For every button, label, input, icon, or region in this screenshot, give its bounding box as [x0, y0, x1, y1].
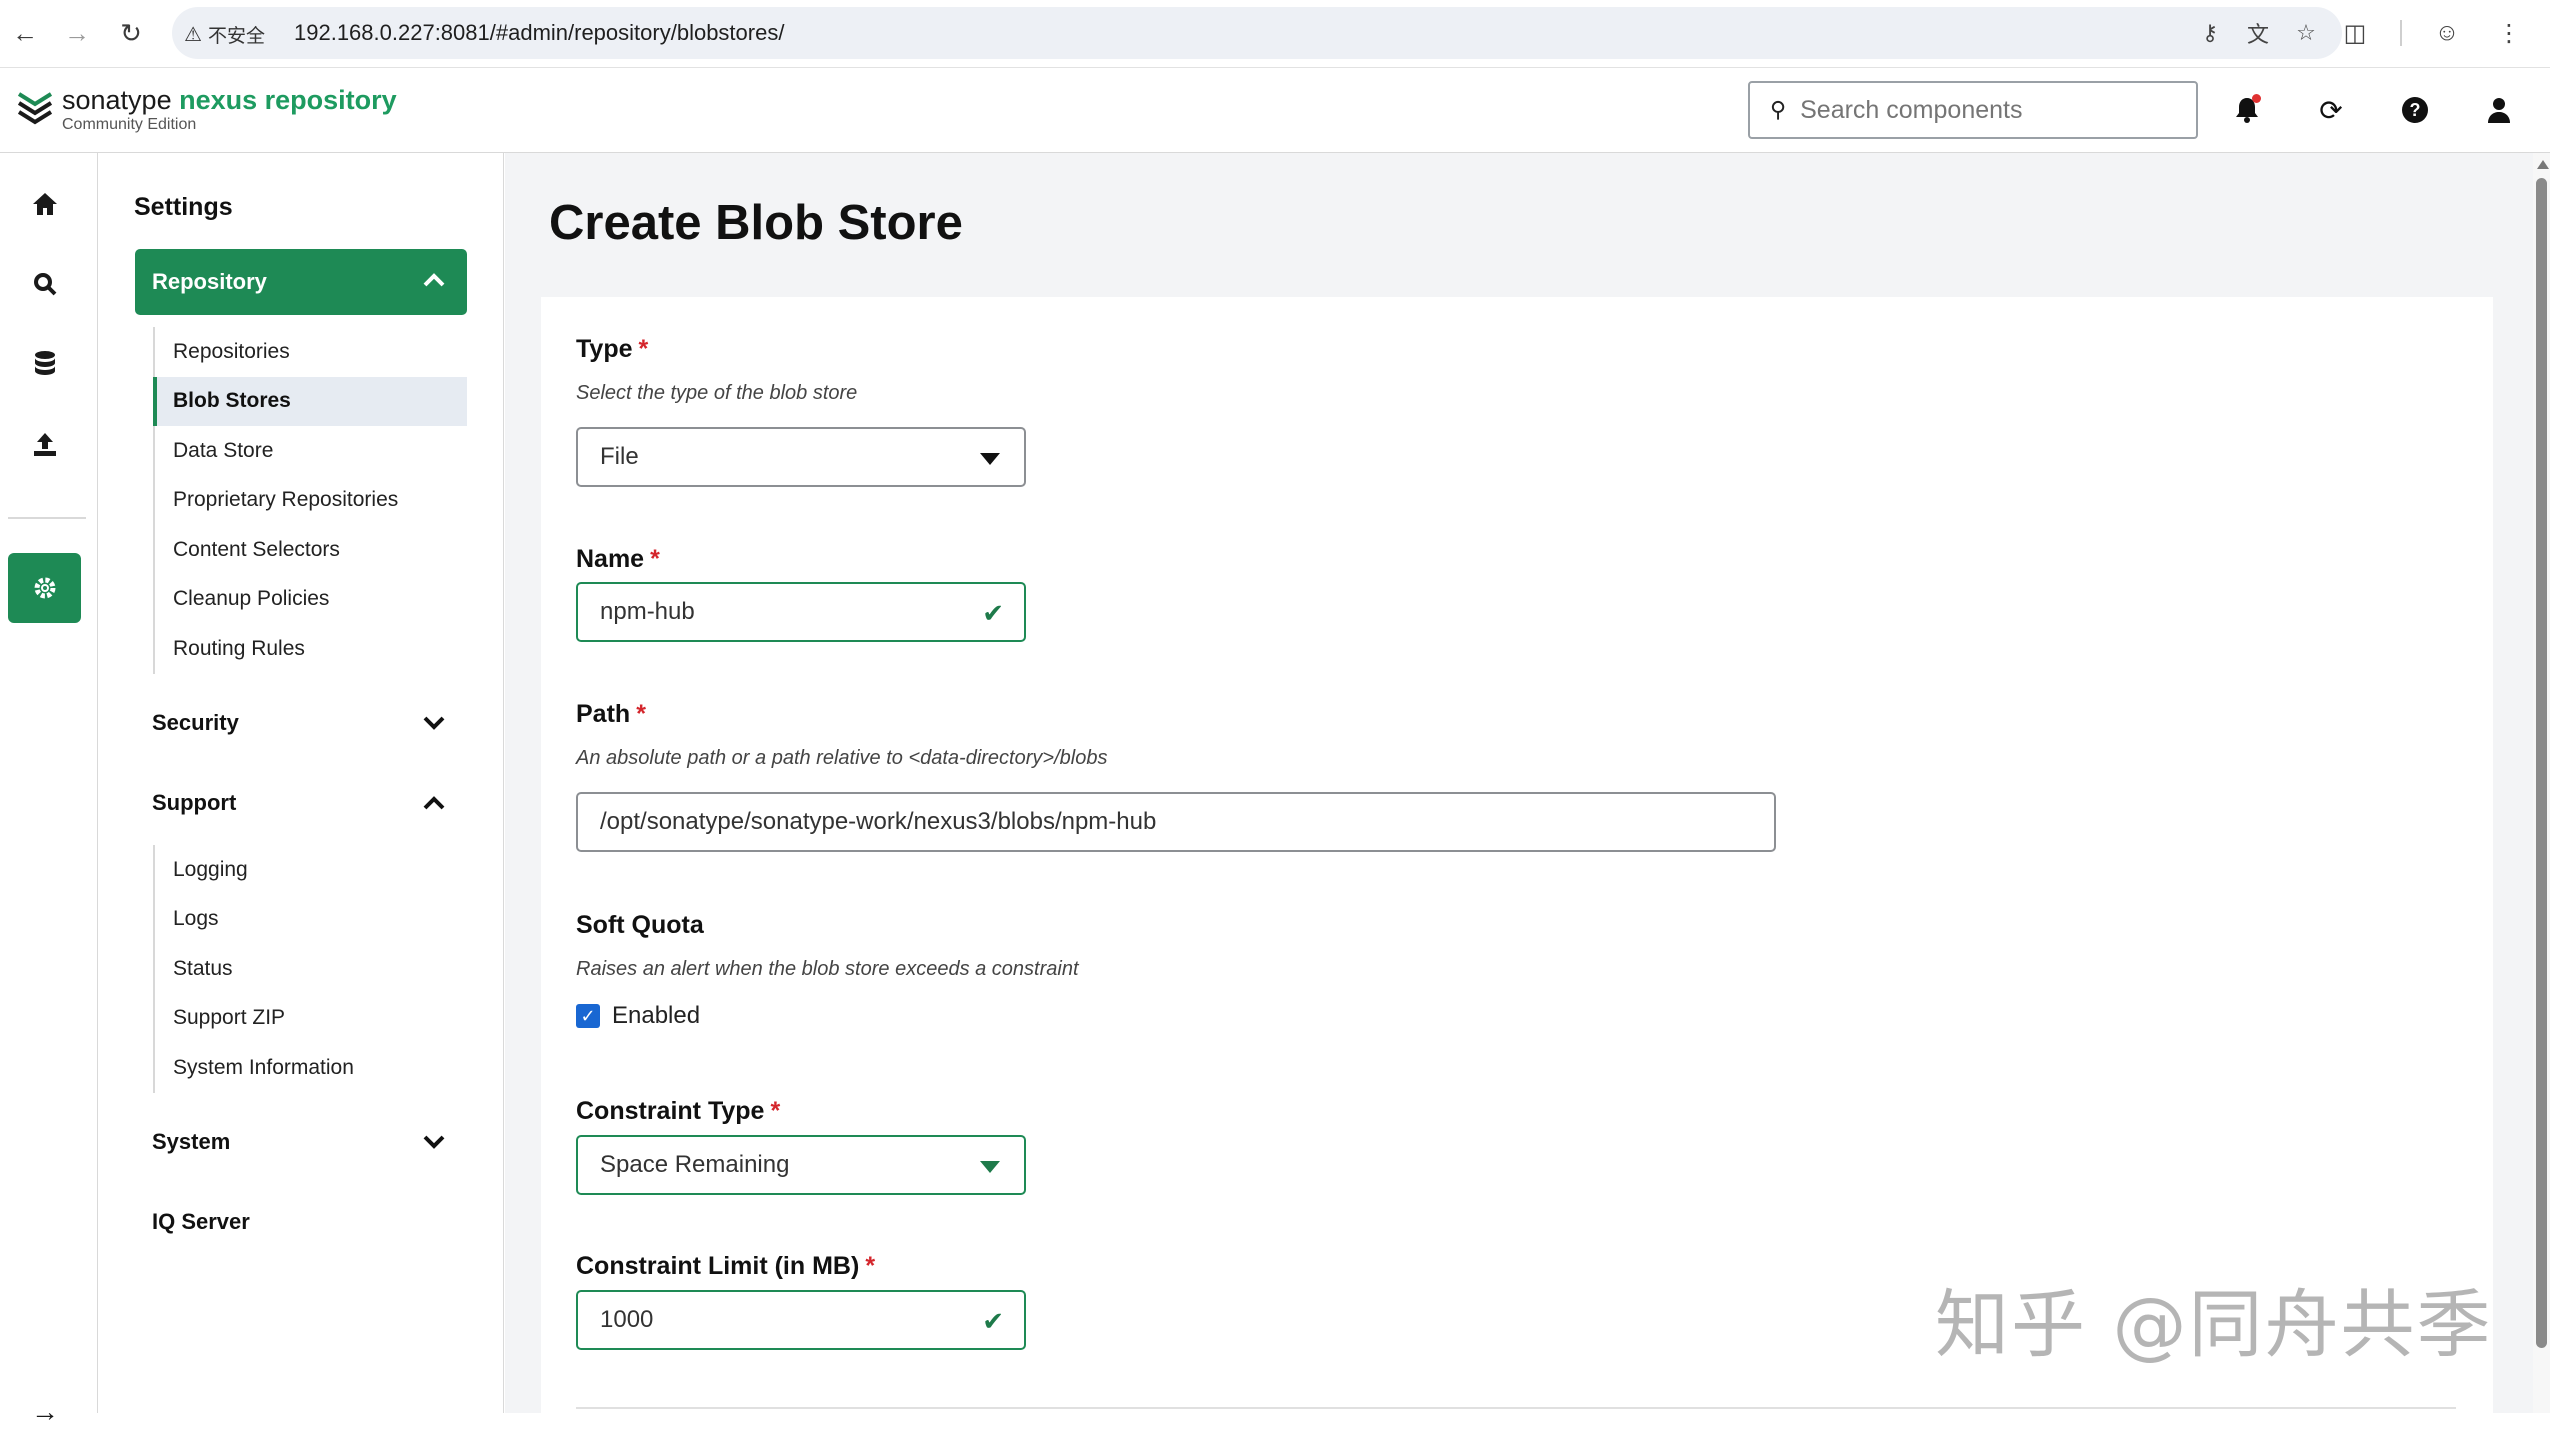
soft-quota-label: Soft Quota — [576, 911, 704, 939]
sidebar-item-support-zip[interactable]: Support ZIP — [155, 994, 467, 1044]
page-title: Create Blob Store — [549, 196, 963, 250]
logo[interactable]: sonatype nexus repository Community Edit… — [16, 86, 397, 134]
soft-quota-enabled-checkbox[interactable]: ✓ Enabled — [576, 1002, 700, 1030]
search-icon: ⚲ — [1770, 97, 1787, 122]
url-text[interactable]: 192.168.0.227:8081/#admin/repository/blo… — [294, 20, 784, 46]
sidebar-item-content-selectors[interactable]: Content Selectors — [155, 525, 467, 575]
name-input[interactable]: npm-hub ✔ — [576, 582, 1026, 642]
sidebar-item-system-information[interactable]: System Information — [155, 1043, 467, 1093]
refresh-icon[interactable]: ⟳ — [2314, 93, 2348, 127]
constraint-type-label: Constraint Type * — [576, 1097, 781, 1125]
support-submenu: Logging Logs Status Support ZIP System I… — [153, 845, 467, 1093]
sidebar-group-repository[interactable]: Repository — [135, 249, 467, 315]
browse-search-icon[interactable] — [22, 261, 68, 307]
soft-quota-description: Raises an alert when the blob store exce… — [576, 958, 1079, 980]
profile-icon[interactable]: ☺ — [2430, 16, 2464, 50]
bookmark-star-icon[interactable]: ☆ — [2292, 19, 2320, 47]
chevron-up-icon — [423, 790, 445, 816]
watermark: 知乎 @同舟共季 — [1935, 1282, 2493, 1368]
checkbox-checked-icon[interactable]: ✓ — [576, 1004, 600, 1028]
collapse-arrow-icon[interactable]: → — [22, 1389, 68, 1435]
forward-icon[interactable]: → — [60, 16, 94, 50]
sidebar-item-routing-rules[interactable]: Routing Rules — [155, 624, 467, 674]
type-select[interactable]: File — [576, 427, 1026, 487]
required-marker: * — [770, 1097, 781, 1125]
security-warning[interactable]: ⚠ 不安全 — [184, 21, 288, 47]
edition-label: Community Edition — [62, 116, 197, 133]
brand-name: sonatype nexus repository — [62, 85, 397, 115]
search-components-box[interactable]: ⚲ — [1748, 81, 2198, 139]
chevron-down-icon — [423, 1129, 445, 1155]
dropdown-caret-icon — [980, 1161, 1000, 1173]
key-icon[interactable]: ⚷ — [2196, 19, 2224, 47]
repository-submenu: Repositories Blob Stores Data Store Prop… — [153, 327, 467, 674]
notification-dot — [2252, 94, 2261, 103]
navigation-rail: → — [0, 153, 98, 1427]
home-icon[interactable] — [22, 181, 68, 227]
settings-gear-icon[interactable] — [8, 553, 81, 623]
upload-icon[interactable] — [22, 421, 68, 467]
rail-divider — [8, 517, 86, 519]
sidebar-item-logging[interactable]: Logging — [155, 845, 467, 895]
required-marker: * — [650, 545, 660, 573]
sidebar-item-logs[interactable]: Logs — [155, 895, 467, 945]
svg-text:?: ? — [2410, 100, 2421, 120]
path-description: An absolute path or a path relative to <… — [576, 747, 1108, 769]
back-icon[interactable]: ← — [8, 16, 42, 50]
sidebar-item-status[interactable]: Status — [155, 944, 467, 994]
constraint-limit-label: Constraint Limit (in MB) * — [576, 1252, 876, 1280]
type-description: Select the type of the blob store — [576, 382, 858, 404]
sidebar-group-support[interactable]: Support — [152, 783, 467, 823]
name-label: Name * — [576, 545, 660, 573]
browser-toolbar: ← → ↻ ⚠ 不安全 192.168.0.227:8081/#admin/re… — [0, 0, 2550, 68]
notifications-bell-icon[interactable] — [2230, 93, 2264, 127]
translate-icon[interactable]: 文 — [2244, 19, 2272, 47]
chevron-up-icon — [423, 267, 445, 293]
form-divider — [576, 1407, 2456, 1409]
blob-store-form: Type * Select the type of the blob store … — [541, 297, 2493, 1427]
toolbar-divider — [2400, 20, 2402, 46]
menu-icon[interactable]: ⋮ — [2492, 16, 2526, 50]
constraint-type-select[interactable]: Space Remaining — [576, 1135, 1026, 1195]
dropdown-caret-icon — [980, 453, 1000, 465]
required-marker: * — [865, 1252, 876, 1280]
chevron-down-icon — [423, 710, 445, 736]
sidebar-item-proprietary-repositories[interactable]: Proprietary Repositories — [155, 476, 467, 526]
address-bar[interactable]: ⚠ 不安全 192.168.0.227:8081/#admin/reposito… — [172, 7, 2342, 59]
sidebar-item-cleanup-policies[interactable]: Cleanup Policies — [155, 575, 467, 625]
sidebar-item-data-store[interactable]: Data Store — [155, 426, 467, 476]
settings-sidebar: Settings Repository Repositories Blob St… — [99, 153, 504, 1413]
reload-icon[interactable]: ↻ — [114, 16, 148, 50]
required-marker: * — [638, 335, 649, 363]
path-label: Path * — [576, 700, 646, 728]
constraint-limit-input[interactable]: 1000 ✔ — [576, 1290, 1026, 1350]
valid-check-icon: ✔ — [982, 1306, 1004, 1336]
app-header: sonatype nexus repository Community Edit… — [0, 68, 2550, 153]
path-input[interactable]: /opt/sonatype/sonatype-work/nexus3/blobs… — [576, 792, 1776, 852]
sidebar-title: Settings — [134, 193, 233, 221]
scrollbar-thumb[interactable] — [2536, 178, 2547, 1348]
sidebar-item-blob-stores[interactable]: Blob Stores — [153, 376, 467, 426]
type-label: Type * — [576, 335, 649, 363]
help-icon[interactable]: ? — [2398, 93, 2432, 127]
extensions-icon[interactable]: ◫ — [2338, 16, 2372, 50]
sidebar-item-iq-server[interactable]: IQ Server — [152, 1202, 467, 1242]
valid-check-icon: ✔ — [982, 598, 1004, 628]
sidebar-group-security[interactable]: Security — [152, 703, 467, 743]
required-marker: * — [636, 700, 646, 728]
scroll-up-arrow-icon[interactable] — [2537, 160, 2549, 169]
sonatype-logo-icon — [17, 92, 53, 125]
search-input[interactable] — [1800, 95, 2181, 125]
main-content: Create Blob Store Type * Select the type … — [505, 153, 2533, 1427]
sidebar-item-repositories[interactable]: Repositories — [155, 327, 467, 377]
warning-icon: ⚠ — [184, 23, 202, 46]
user-icon[interactable] — [2482, 93, 2516, 127]
sidebar-group-system[interactable]: System — [152, 1122, 467, 1162]
database-icon[interactable] — [22, 341, 68, 387]
